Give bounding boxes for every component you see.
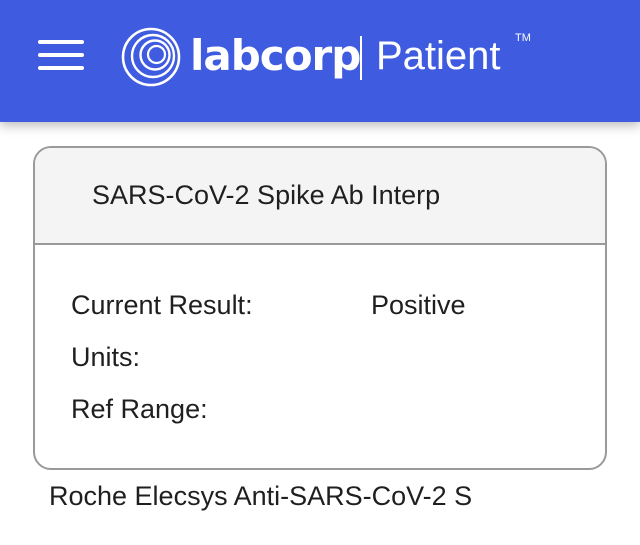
current-result-label: Current Result: [71,290,253,320]
assay-footnote: Roche Elecsys Anti-SARS-CoV-2 S [49,481,473,511]
brand-name: labcorp [190,31,361,80]
logo-divider [360,36,362,80]
units-label: Units: [71,342,141,372]
app-header: labcorp Patient TM [0,0,640,122]
test-name: SARS-CoV-2 Spike Ab Interp [92,180,441,210]
product-name: Patient [376,34,501,78]
current-result-value: Positive [371,290,466,320]
trademark-mark: TM [515,32,531,44]
result-card-header: SARS-CoV-2 Spike Ab Interp [35,148,605,245]
ref-range-label: Ref Range: [71,394,208,424]
hamburger-menu-icon[interactable] [38,40,84,70]
labcorp-logo-icon [121,27,181,87]
result-card: SARS-CoV-2 Spike Ab Interp Current Resul… [33,146,607,470]
